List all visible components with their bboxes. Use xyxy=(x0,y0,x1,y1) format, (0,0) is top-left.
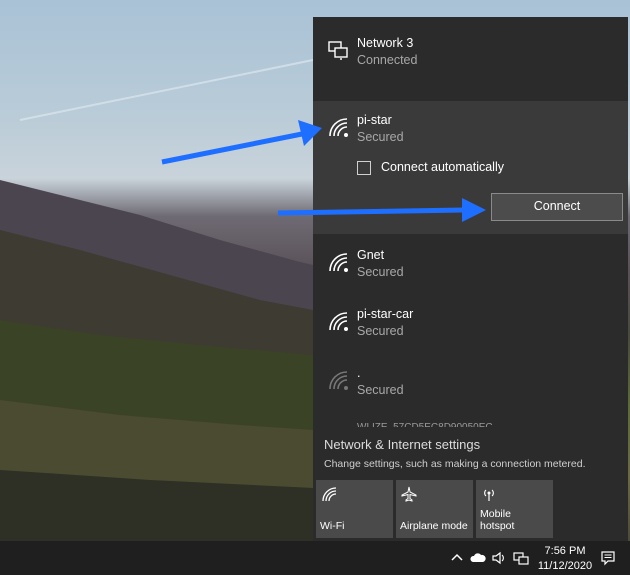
mobile-hotspot-tile[interactable]: Mobile hotspot xyxy=(476,480,553,538)
wifi-secured-icon xyxy=(329,312,348,331)
network-name: . xyxy=(357,366,361,380)
network-name: pi-star xyxy=(357,113,392,127)
wifi-secured-icon xyxy=(329,253,348,272)
airplane-mode-tile[interactable]: Airplane mode xyxy=(396,480,473,538)
wifi-icon xyxy=(322,487,337,502)
wifi-network-item[interactable]: . Secured xyxy=(313,357,628,413)
wifi-toggle-tile[interactable]: Wi-Fi xyxy=(316,480,393,538)
network-name: Network 3 xyxy=(357,36,414,50)
notification-icon[interactable] xyxy=(600,550,616,566)
connect-automatically-checkbox[interactable] xyxy=(357,161,371,175)
clock-time[interactable]: 7:56 PM xyxy=(535,545,595,557)
partial-network-name: WLIZE_57CD5EC8D90050EC xyxy=(357,421,493,427)
clock-date[interactable]: 11/12/2020 xyxy=(535,560,595,572)
taskbar: 7:56 PM 11/12/2020 xyxy=(0,541,630,575)
network-name: Gnet xyxy=(357,248,385,262)
network-name: pi-star-car xyxy=(357,307,414,321)
network-status: Secured xyxy=(357,265,404,279)
network-settings-description: Change settings, such as making a connec… xyxy=(324,458,586,470)
network-status: Secured xyxy=(357,130,404,144)
wired-network-item[interactable]: Network 3 Connected xyxy=(313,17,628,95)
wifi-weak-icon xyxy=(329,371,348,390)
network-status: Secured xyxy=(357,324,404,338)
network-status: Connected xyxy=(357,53,418,67)
ethernet-icon xyxy=(328,41,348,60)
tile-label-text: Mobile hotspot xyxy=(480,508,515,532)
volume-icon[interactable] xyxy=(491,550,507,566)
network-flyout: Network 3 Connected pi-star Secured Conn… xyxy=(313,17,628,541)
ethernet-icon[interactable] xyxy=(513,550,529,566)
tile-label: Airplane mode xyxy=(400,520,468,532)
wifi-network-item[interactable]: pi-star-car Secured xyxy=(313,298,628,354)
connect-button[interactable]: Connect xyxy=(491,193,623,221)
hotspot-icon xyxy=(484,489,494,501)
cloud-icon[interactable] xyxy=(470,550,486,566)
network-status: Secured xyxy=(357,383,404,397)
wifi-secured-icon xyxy=(329,118,348,137)
tile-label: Mobile hotspot xyxy=(480,508,514,532)
chevron-up-icon[interactable] xyxy=(449,550,465,566)
connect-automatically-label[interactable]: Connect automatically xyxy=(381,160,504,174)
tile-label: Wi-Fi xyxy=(320,520,345,532)
network-settings-link[interactable]: Network & Internet settings xyxy=(324,437,480,452)
airplane-icon xyxy=(401,486,417,502)
wifi-network-item[interactable]: Gnet Secured xyxy=(313,239,628,295)
